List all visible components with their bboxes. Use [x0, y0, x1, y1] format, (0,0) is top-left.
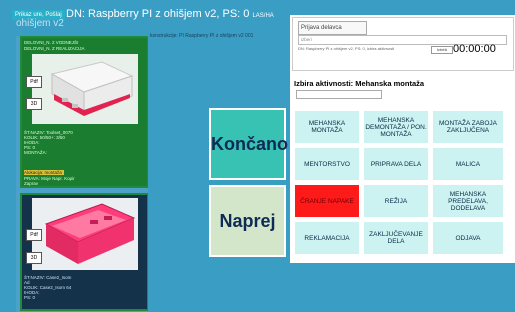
raspberry-case-pink-image [32, 198, 138, 270]
activity-mechanical-rework[interactable]: MEHANSKA PREDELAVA, DODELAVA [432, 184, 504, 218]
panel-bottom-background [290, 263, 515, 312]
card-header-line: DELOVNI_N. 2 VODNEJŠI [24, 40, 79, 45]
work-order-note: konstrukcije: PI Raspberry PI z ohišjem … [150, 33, 254, 39]
card-line: PS: 0 [24, 295, 36, 300]
activity-fault-fixing[interactable]: ČRANJE NAPAKE [294, 184, 360, 218]
card-line: ŠT.NAZIV: Case2_Isom [24, 275, 72, 280]
activity-lunch[interactable]: MALICA [432, 147, 504, 181]
product-image [32, 54, 138, 124]
pdf-icon[interactable]: Pdf [26, 76, 42, 88]
activity-logout[interactable]: ODJAVA [432, 221, 504, 255]
activity-search-input[interactable] [296, 90, 382, 99]
clear-button[interactable]: Izbriši [431, 46, 453, 54]
list-item[interactable]: Pdf 3D ŠT.NAZIV: Case2_Isom Ad KOLIK: Ca… [20, 193, 148, 311]
timer-display: 00:00:00 [453, 43, 496, 55]
activity-finishing-work[interactable]: ZAKLJUČEVANJE DELA [363, 221, 429, 255]
activity-crate-assembly[interactable]: MONTAŽA ZABOJA ZAKLJUČENA [432, 110, 504, 144]
activity-mentoring[interactable]: MENTORSTVO [294, 147, 360, 181]
card-footer-line[interactable]: Zaprav [24, 181, 38, 186]
activity-mechanical-disassembly[interactable]: MEHANSKA DEMONTAŽA / PON. MONTAŽA [363, 110, 429, 144]
activity-mechanical-assembly[interactable]: MEHANSKA MONTAŽA [294, 110, 360, 144]
activity-work-preparation[interactable]: PRIPRAVA DELA [363, 147, 429, 181]
card-header-line: DELOVNI_N. Z REALIZACIJA [24, 46, 85, 51]
list-item[interactable]: DELOVNI_N. 2 VODNEJŠI DELOVNI_N. Z REALI… [20, 36, 148, 188]
activity-highlight: Alokacija: montaža [24, 170, 64, 175]
next-button[interactable]: Naprej [209, 185, 286, 257]
page-title-ghost: ohišjem v2 [16, 18, 64, 29]
window-title-text: DN: Raspberry PI z ohišjem v2, PS: 0 [66, 8, 250, 20]
pdf-icon[interactable]: Pdf [26, 229, 42, 241]
product-image [32, 198, 138, 270]
window-title-suffix: LAS/HA [252, 13, 274, 19]
raspberry-case-white-image [32, 54, 138, 124]
3d-icon[interactable]: 3D [26, 252, 42, 264]
done-button[interactable]: Končano [209, 108, 288, 180]
work-order-description: DN: Raspberry PI z ohišjem v2, PS: 0, iz… [298, 46, 395, 51]
window-title: DN: Raspberry PI z ohišjem v2, PS: 0 LAS… [66, 8, 274, 20]
activity-section-title: Izbira aktivnosti: Mehanska montaža [294, 79, 425, 88]
tab-worker-login[interactable]: Prijava delavca [298, 21, 367, 35]
worker-login-box: Prijava delavca izberi DN: Raspberry PI … [292, 17, 514, 71]
activity-panel: Prijava delavca izberi DN: Raspberry PI … [290, 15, 515, 263]
activity-overhead[interactable]: REŽIJA [363, 184, 429, 218]
3d-icon[interactable]: 3D [26, 98, 42, 110]
card-line: MONTAŽA: [24, 150, 47, 155]
activity-complaint[interactable]: REKLAMACIJA [294, 221, 360, 255]
item-list[interactable]: DELOVNI_N. 2 VODNEJŠI DELOVNI_N. Z REALI… [16, 36, 148, 312]
